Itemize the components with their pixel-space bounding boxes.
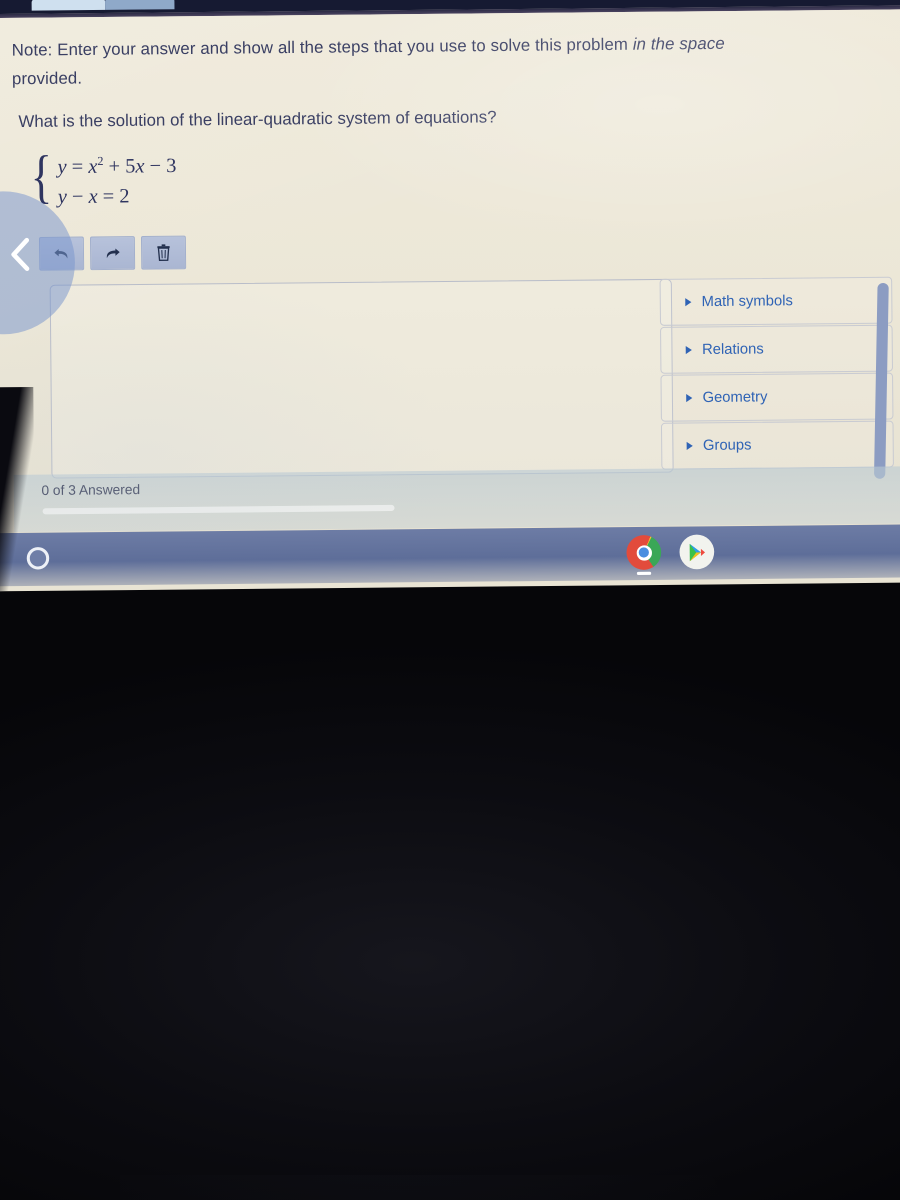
- editor-toolbar: [38, 235, 187, 271]
- trash-icon: [155, 243, 171, 262]
- progress-bar: [42, 504, 395, 515]
- shelf-item-play-store[interactable]: [679, 534, 715, 570]
- palette-item-relations[interactable]: Relations: [660, 324, 894, 374]
- equation-1: y = x2 + 5x − 3: [57, 153, 177, 179]
- shelf-item-chrome[interactable]: [626, 534, 662, 575]
- palette-item-label: Geometry: [702, 389, 768, 407]
- math-palette: Math symbols Relations Geometry Groups: [659, 276, 894, 471]
- answer-input-area[interactable]: [49, 278, 674, 479]
- chevron-right-icon: [685, 298, 692, 307]
- answered-count-label: 0 of 3 Answered: [41, 481, 141, 499]
- laptop-body: esc ← → ↻ ❐ ⌸ ☀ ☀ ! @ # $ % ^ & * 1 2 3 …: [0, 575, 900, 1200]
- undo-button[interactable]: [38, 236, 85, 271]
- web-page: Note: Enter your answer and show all the…: [0, 9, 900, 534]
- back-button[interactable]: [7, 237, 34, 272]
- delete-button[interactable]: [140, 235, 187, 270]
- palette-item-groups[interactable]: Groups: [660, 420, 894, 470]
- equation-2: y − x = 2: [57, 184, 130, 208]
- redo-arrow-icon: [103, 245, 122, 261]
- note-italic: in the space: [632, 34, 725, 54]
- equation-brace: {: [30, 143, 53, 210]
- system-of-equations: { y = x2 + 5x − 3 y − x = 2: [27, 143, 177, 210]
- note-text: Note: Enter your answer and show all the…: [12, 28, 880, 93]
- chevron-right-icon: [686, 441, 693, 451]
- chevron-right-icon: [685, 345, 692, 355]
- chevron-right-icon: [686, 393, 693, 403]
- body-sheen: [120, 1175, 780, 1200]
- palette-item-label: Math symbols: [701, 292, 793, 311]
- palette-item-math-symbols[interactable]: Math symbols: [659, 276, 893, 326]
- note-line2: provided.: [11, 69, 83, 89]
- progress-strip: 0 of 3 Answered: [13, 466, 900, 532]
- chrome-icon: [626, 534, 662, 570]
- chromeos-shelf: [0, 524, 900, 587]
- app-active-indicator: [636, 571, 652, 575]
- palette-item-label: Groups: [702, 437, 752, 454]
- equation-lines: y = x2 + 5x − 3 y − x = 2: [57, 149, 176, 208]
- screenshot-root: esc ← → ↻ ❐ ⌸ ☀ ☀ ! @ # $ % ^ & * 1 2 3 …: [0, 0, 900, 1200]
- play-store-icon: [679, 534, 715, 570]
- laptop-screen: Note: Enter your answer and show all the…: [0, 0, 900, 592]
- browser-tab-active[interactable]: [31, 0, 106, 11]
- question-prompt: What is the solution of the linear-quadr…: [18, 108, 497, 132]
- redo-button[interactable]: [89, 236, 136, 271]
- palette-item-label: Relations: [701, 341, 764, 359]
- launcher-button[interactable]: [26, 546, 50, 570]
- palette-item-geometry[interactable]: Geometry: [660, 372, 894, 422]
- undo-arrow-icon: [52, 245, 71, 261]
- browser-tab-inactive[interactable]: [105, 0, 175, 10]
- shelf-icon-list: [626, 534, 715, 575]
- page-content: Note: Enter your answer and show all the…: [0, 9, 900, 533]
- note-prefix: Note: Enter your answer and show all the…: [11, 35, 633, 60]
